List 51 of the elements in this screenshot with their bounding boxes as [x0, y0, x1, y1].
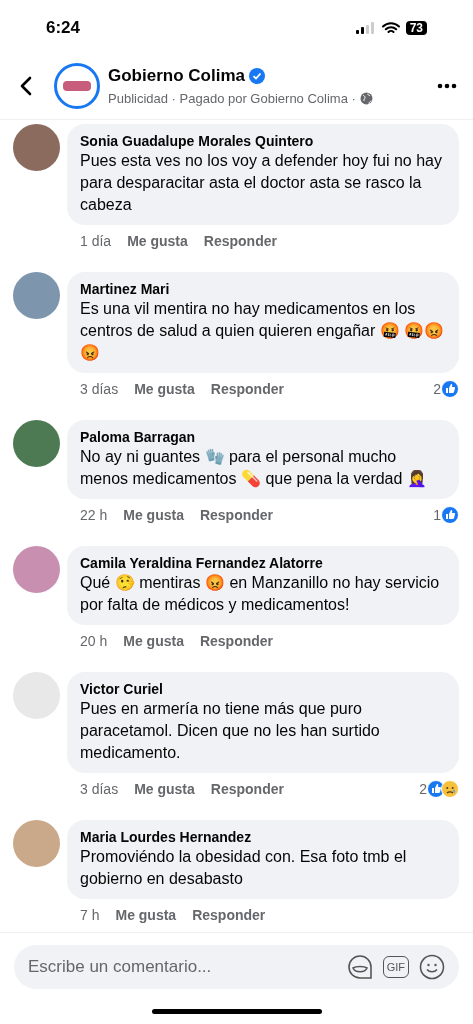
comment-author[interactable]: Sonia Guadalupe Morales Quintero — [80, 132, 446, 150]
reaction-count: 1 — [433, 505, 441, 525]
signal-icon — [355, 22, 376, 34]
gif-button[interactable]: GIF — [382, 956, 409, 978]
comment-time: 20 h — [80, 631, 108, 651]
avatar-photo[interactable] — [13, 420, 60, 467]
emoji-icon[interactable] — [419, 954, 445, 980]
comment-text: No ay ni guantes 🧤 para el personal mucho menos medicamentos 💊 que pena la verdad 🤦‍♀ — [80, 447, 428, 490]
like-link[interactable]: Me gusta — [123, 504, 184, 526]
reply-link[interactable]: Responder — [199, 630, 274, 652]
comment-author[interactable]: Camila Yeraldina Fernandez Alatorre — [80, 554, 446, 572]
globe-icon — [359, 91, 373, 105]
reply-link[interactable]: Responder — [199, 504, 274, 526]
comment-time: 22 h — [80, 505, 108, 525]
page-name[interactable]: Gobierno Colima — [108, 63, 245, 89]
comment-text: Qué 🤥 mentiras 😡 en Manzanillo no hay servicio por falta de médicos y medicamentos! — [80, 573, 441, 615]
status-time: 6:24 — [46, 17, 81, 40]
comment-author[interactable]: Martinez Mari — [80, 280, 446, 298]
comment-text: Es una vil mentira no hay medicamentos en los centros de salud a quien quieren engañar 🤬 🤬😡😡 — [80, 299, 446, 363]
like-link[interactable]: Me gusta — [134, 378, 195, 400]
wifi-icon — [381, 21, 400, 35]
comment-time: 3 días — [80, 779, 119, 799]
comment-text: Pues en armería no tiene más que puro paracetamol. Dicen que no les han surtido medicamento. — [80, 699, 381, 763]
sticker-icon[interactable] — [346, 954, 373, 980]
battery-level: 73 — [405, 21, 427, 35]
avatar-photo[interactable] — [13, 124, 60, 171]
comment-author[interactable]: Victor Curiel — [80, 680, 446, 698]
reaction-count: 2 — [419, 779, 427, 799]
comment-time: 3 días — [80, 379, 119, 399]
like-link[interactable]: Me gusta — [115, 904, 177, 926]
comment-time: 7 h — [80, 905, 100, 925]
more-icon[interactable] — [437, 82, 457, 89]
reply-link[interactable]: Responder — [192, 904, 266, 926]
reaction-count: 2 — [433, 379, 441, 399]
comment-time: 1 día — [80, 231, 112, 251]
avatar-photo[interactable] — [13, 272, 60, 319]
comment-text: Pues esta ves no los voy a defender hoy fui no hay para desparacitar asta el doctor asta se rasco la cabeza — [80, 151, 443, 215]
comment-author[interactable]: Paloma Barragan — [80, 428, 446, 446]
page-avatar[interactable] — [54, 62, 100, 109]
reply-link[interactable]: Responder — [210, 378, 284, 400]
like-link[interactable]: Me gusta — [123, 630, 184, 652]
reply-link[interactable]: Responder — [203, 230, 277, 252]
comment-text: Promoviéndo la obesidad con. Esa foto tmb el gobierno en desabasto — [80, 847, 408, 889]
comment-author[interactable]: Maria Lourdes Hernandez — [80, 828, 446, 846]
avatar-photo[interactable] — [13, 546, 60, 593]
comment-field[interactable]: Escribe un comentario... GIF — [14, 945, 459, 989]
like-link[interactable]: Me gusta — [127, 230, 188, 252]
post-subtitle: Publicidad · Pagado por Gobierno Colima · — [108, 89, 356, 108]
back-icon[interactable] — [18, 75, 34, 96]
like-link[interactable]: Me gusta — [134, 778, 195, 800]
reply-link[interactable]: Responder — [210, 778, 284, 800]
